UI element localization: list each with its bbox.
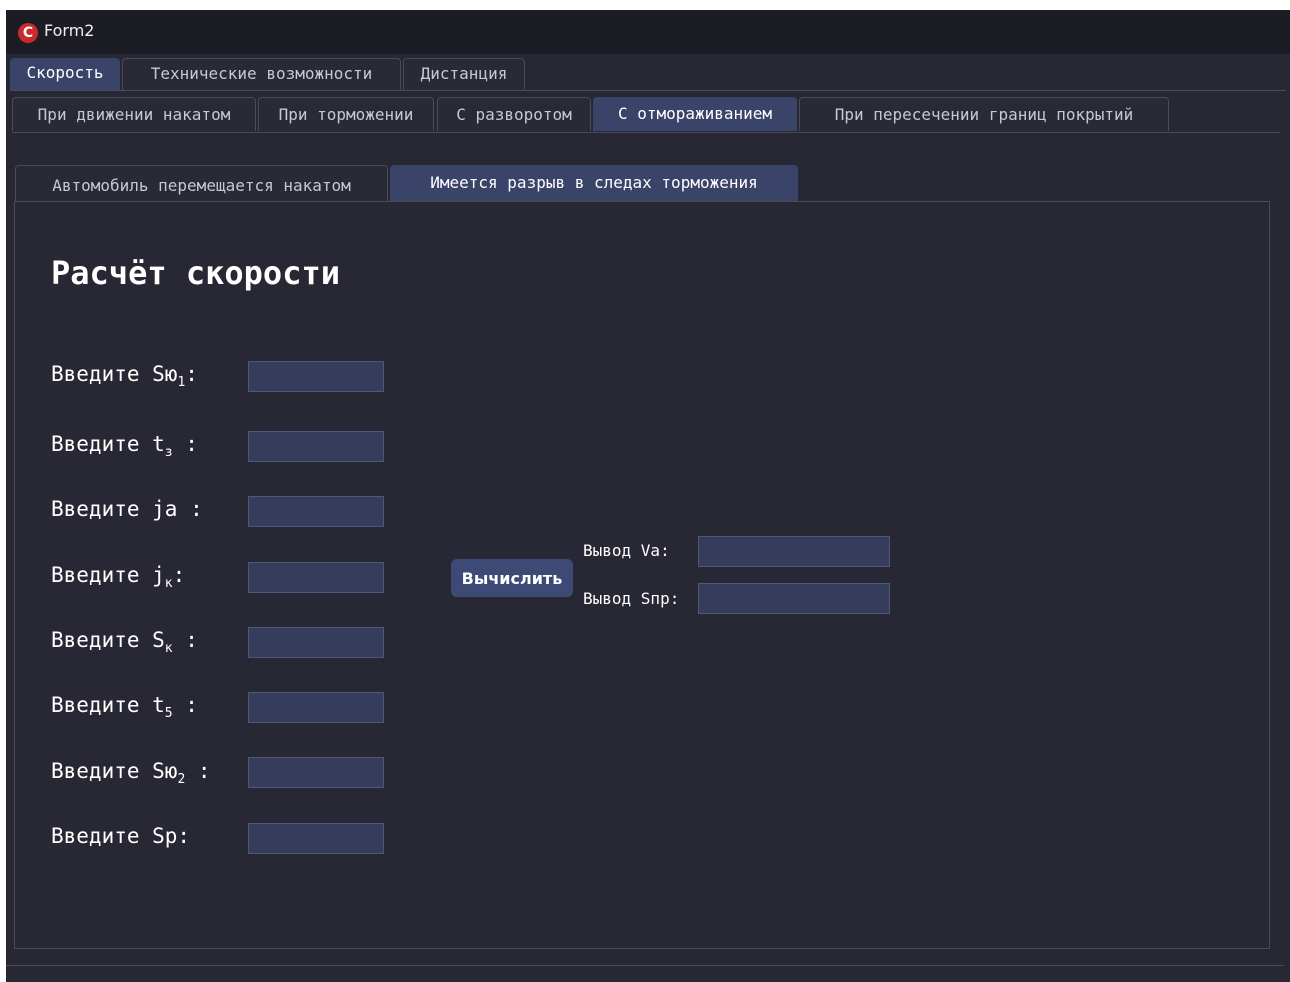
field-label-syu2: Введите Sю2 :: [51, 759, 211, 788]
tab-turnaround[interactable]: С разворотом: [437, 97, 591, 131]
window-bottom-divider: [6, 965, 1284, 966]
field-label-sk: Введите Sк :: [51, 628, 198, 657]
inner-tab-bar: Автомобиль перемещается накатом Имеется …: [6, 165, 1290, 201]
tab-coasting[interactable]: При движении накатом: [12, 97, 256, 131]
field-label-jk: Введите jк:: [51, 563, 186, 592]
sub-tab-bar: При движении накатом При торможении С ра…: [6, 97, 1290, 131]
syu1-input[interactable]: [248, 361, 384, 392]
calculate-button[interactable]: Вычислить: [451, 559, 573, 597]
tab-unfreezing[interactable]: С отмораживанием: [593, 97, 797, 131]
page-title: Расчёт скорости: [51, 254, 340, 292]
app-logo-icon: C: [18, 23, 38, 43]
main-tab-divider: [10, 90, 1286, 91]
t5-input[interactable]: [248, 692, 384, 723]
field-label-syu1: Введите Sю1:: [51, 362, 198, 391]
field-label-ja: Введите jа :: [51, 497, 203, 521]
sr-input[interactable]: [248, 823, 384, 854]
tab-speed[interactable]: Скорость: [10, 58, 120, 90]
syu2-input[interactable]: [248, 757, 384, 788]
ja-input[interactable]: [248, 496, 384, 527]
tab-braking-trace-gap[interactable]: Имеется разрыв в следах торможения: [390, 165, 798, 201]
sub-tab-divider: [12, 132, 1280, 133]
jk-input[interactable]: [248, 562, 384, 593]
output-spr-label: Вывод Sпр:: [583, 589, 680, 608]
field-label-t5: Введите t5 :: [51, 693, 198, 722]
tab-distance[interactable]: Дистанция: [403, 58, 525, 90]
output-va-field[interactable]: [698, 536, 890, 567]
tab-technical-capabilities[interactable]: Технические возможности: [122, 58, 401, 90]
form2-window: C Form2 Скорость Технические возможности…: [6, 10, 1290, 982]
field-label-sr: Введите Sр:: [51, 824, 191, 848]
calculation-panel: [14, 201, 1270, 949]
title-bar: C Form2: [6, 10, 1290, 54]
output-va-label: Вывод Va:: [583, 541, 670, 560]
tab-surface-boundary-crossing[interactable]: При пересечении границ покрытий: [799, 97, 1169, 131]
tab-car-coasting[interactable]: Автомобиль перемещается накатом: [15, 165, 388, 201]
sk-input[interactable]: [248, 627, 384, 658]
field-label-t3: Введите tз :: [51, 432, 198, 461]
main-tab-bar: Скорость Технические возможности Дистанц…: [6, 58, 1290, 90]
window-title: Form2: [44, 21, 95, 40]
t3-input[interactable]: [248, 431, 384, 462]
tab-braking[interactable]: При торможении: [258, 97, 434, 131]
output-spr-field[interactable]: [698, 583, 890, 614]
